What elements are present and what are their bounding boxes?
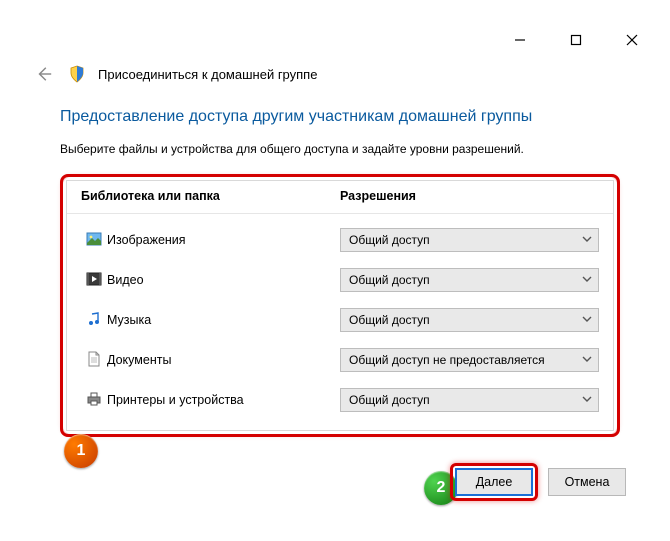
row-pictures-select[interactable]: Общий доступ — [340, 228, 599, 252]
music-icon — [86, 311, 102, 330]
permissions-pane: Библиотека или папка Разрешения Изображе… — [66, 180, 614, 431]
row-videos-label: Видео — [107, 273, 340, 287]
chevron-down-icon — [582, 273, 592, 287]
maximize-button[interactable] — [566, 30, 586, 50]
permissions-highlight: Библиотека или папка Разрешения Изображе… — [60, 174, 620, 437]
row-music: Музыка Общий доступ — [79, 300, 601, 340]
row-documents-value: Общий доступ не предоставляется — [349, 353, 545, 367]
documents-icon — [86, 351, 102, 370]
annotation-badge-1: 1 — [64, 434, 98, 468]
section-subtext: Выберите файлы и устройства для общего д… — [60, 142, 620, 156]
close-button[interactable] — [622, 30, 642, 50]
homegroup-icon — [68, 65, 86, 83]
next-button-highlight: Далее — [450, 463, 538, 501]
chevron-down-icon — [582, 233, 592, 247]
window-title: Присоединиться к домашней группе — [98, 67, 317, 82]
chevron-down-icon — [582, 353, 592, 367]
printers-icon — [86, 391, 102, 410]
videos-icon — [86, 271, 102, 290]
row-documents: Документы Общий доступ не предоставляетс… — [79, 340, 601, 380]
row-printers-select[interactable]: Общий доступ — [340, 388, 599, 412]
section-heading: Предоставление доступа другим участникам… — [60, 108, 620, 126]
row-videos: Видео Общий доступ — [79, 260, 601, 300]
row-printers: Принтеры и устройства Общий доступ — [79, 380, 601, 420]
row-pictures-label: Изображения — [107, 233, 340, 247]
pictures-icon — [86, 231, 102, 250]
row-documents-label: Документы — [107, 353, 340, 367]
column-header-permission: Разрешения — [340, 189, 599, 203]
row-music-value: Общий доступ — [349, 313, 430, 327]
row-music-label: Музыка — [107, 313, 340, 327]
chevron-down-icon — [582, 393, 592, 407]
cancel-button[interactable]: Отмена — [548, 468, 626, 496]
back-button[interactable] — [32, 62, 56, 86]
column-header-library: Библиотека или папка — [81, 189, 340, 203]
row-pictures: Изображения Общий доступ — [79, 220, 601, 260]
row-documents-select[interactable]: Общий доступ не предоставляется — [340, 348, 599, 372]
row-videos-select[interactable]: Общий доступ — [340, 268, 599, 292]
minimize-button[interactable] — [510, 30, 530, 50]
row-videos-value: Общий доступ — [349, 273, 430, 287]
next-button[interactable]: Далее — [455, 468, 533, 496]
row-music-select[interactable]: Общий доступ — [340, 308, 599, 332]
chevron-down-icon — [582, 313, 592, 327]
row-printers-label: Принтеры и устройства — [107, 393, 340, 407]
row-printers-value: Общий доступ — [349, 393, 430, 407]
row-pictures-value: Общий доступ — [349, 233, 430, 247]
